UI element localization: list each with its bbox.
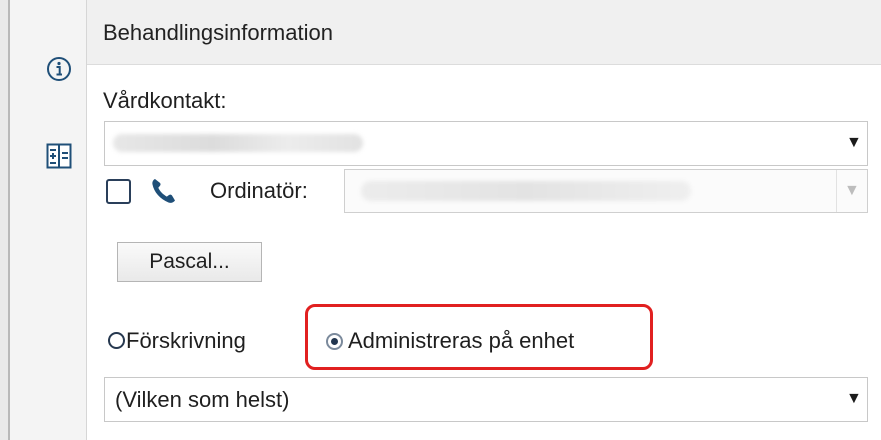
pascal-button[interactable]: Pascal... [117,242,262,282]
vardkontakt-select[interactable]: ▼ [104,121,868,166]
treatment-info-panel: Behandlingsinformation [87,0,881,440]
vardkontakt-value-redacted [113,134,363,152]
chevron-down-icon[interactable]: ▼ [844,182,860,200]
ordinator-label: Ordinatör: [210,178,308,203]
form-layout-icon[interactable] [46,143,72,169]
icon-rail [10,0,86,440]
unit-select[interactable]: (Vilken som helst) ▼ [104,377,868,422]
ordinator-dropdown-toggle[interactable]: ▼ [836,170,867,212]
radio-administreras-pa-enhet[interactable] [326,333,343,350]
unit-select-value: (Vilken som helst) [115,387,290,412]
window-edge [0,0,8,440]
radio-forskrivning-label[interactable]: Förskrivning [126,328,246,354]
panel-title: Behandlingsinformation [103,20,333,45]
panel-header: Behandlingsinformation [87,0,881,65]
ordinator-value-redacted [361,181,691,201]
chevron-down-icon[interactable]: ▼ [846,134,862,152]
chevron-down-icon[interactable]: ▼ [846,390,862,408]
radio-administreras-label[interactable]: Administreras på enhet [348,328,574,354]
telephone-order-checkbox[interactable] [106,179,131,204]
radio-selected-dot [331,338,338,345]
ordinator-select[interactable]: ▼ [344,169,868,213]
vardkontakt-label: Vårdkontakt: [103,88,227,113]
radio-forskrivning[interactable] [108,332,125,349]
phone-icon [152,179,175,203]
info-icon[interactable] [46,56,72,82]
